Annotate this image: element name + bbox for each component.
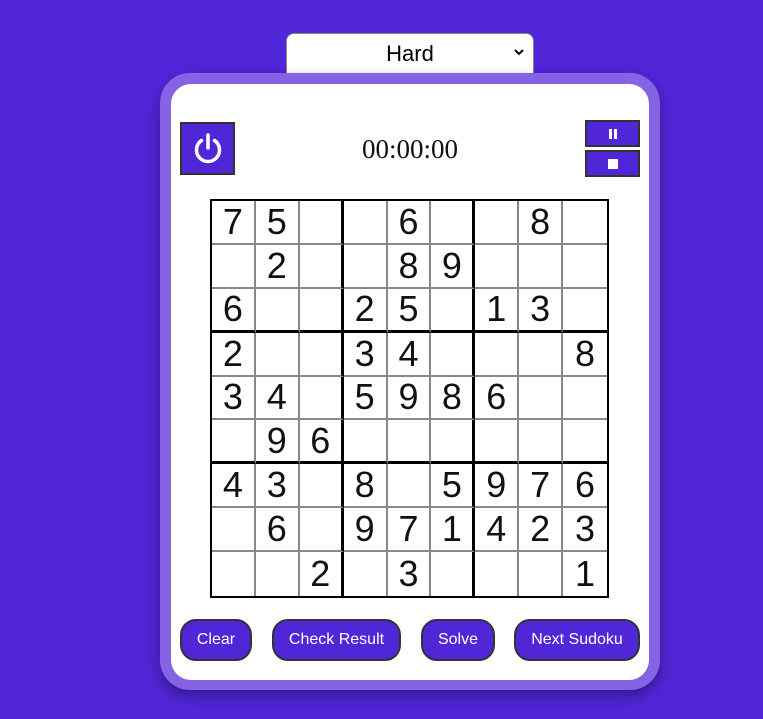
sudoku-cell[interactable] — [343, 201, 388, 245]
sudoku-cell[interactable] — [343, 420, 388, 465]
next-sudoku-button[interactable]: Next Sudoku — [514, 619, 640, 661]
sudoku-cell[interactable] — [255, 332, 300, 377]
difficulty-select[interactable]: Hard — [286, 33, 534, 73]
sudoku-cell[interactable] — [255, 288, 300, 333]
sudoku-cell[interactable] — [212, 552, 256, 596]
sudoku-cell[interactable]: 8 — [431, 376, 476, 421]
timer-display: 00:00:00 — [361, 134, 458, 164]
sudoku-cell[interactable]: 2 — [300, 552, 344, 596]
sudoku-cell[interactable] — [475, 201, 520, 245]
sudoku-cell[interactable] — [431, 552, 476, 596]
sudoku-cell[interactable]: 8 — [563, 333, 607, 377]
sudoku-cell[interactable] — [563, 420, 607, 465]
sudoku-cell[interactable] — [519, 420, 564, 465]
sudoku-cell[interactable]: 3 — [563, 508, 607, 553]
sudoku-cell[interactable] — [387, 464, 432, 509]
sudoku-cell[interactable] — [212, 508, 256, 553]
sudoku-cell[interactable] — [519, 376, 564, 421]
sudoku-cell[interactable]: 5 — [431, 464, 476, 509]
sudoku-cell[interactable]: 4 — [387, 332, 432, 377]
sudoku-cell[interactable]: 6 — [563, 464, 607, 509]
sudoku-cell[interactable] — [212, 420, 256, 465]
sudoku-cell[interactable]: 5 — [255, 201, 300, 245]
sudoku-cell[interactable] — [431, 288, 476, 333]
stop-icon — [607, 158, 618, 169]
sudoku-cell[interactable]: 6 — [387, 201, 432, 245]
sudoku-cell[interactable]: 6 — [255, 508, 300, 553]
sudoku-cell[interactable]: 1 — [475, 288, 520, 333]
sudoku-cell[interactable]: 7 — [212, 201, 256, 245]
sudoku-cell[interactable] — [475, 552, 520, 596]
sudoku-cell[interactable]: 8 — [519, 201, 564, 245]
sudoku-cell[interactable]: 5 — [343, 376, 388, 421]
sudoku-cell[interactable] — [343, 244, 388, 289]
sudoku-cell[interactable] — [563, 377, 607, 421]
stop-button[interactable] — [585, 150, 640, 177]
sudoku-cell[interactable]: 1 — [431, 508, 476, 553]
sudoku-cell[interactable]: 2 — [255, 244, 300, 289]
power-button[interactable] — [180, 122, 235, 175]
sudoku-cell[interactable] — [563, 201, 607, 245]
sudoku-cell[interactable] — [475, 244, 520, 289]
sudoku-cell[interactable]: 2 — [212, 332, 256, 377]
sudoku-cell[interactable] — [563, 245, 607, 289]
power-icon — [194, 132, 221, 163]
sudoku-cell[interactable]: 9 — [475, 464, 520, 509]
check-result-button[interactable]: Check Result — [272, 619, 401, 661]
sudoku-cell[interactable]: 5 — [387, 288, 432, 333]
sudoku-cell[interactable] — [387, 420, 432, 465]
sudoku-cell[interactable] — [299, 376, 344, 421]
sudoku-cell[interactable]: 8 — [343, 464, 388, 509]
sudoku-cell[interactable] — [299, 288, 344, 333]
sudoku-cell[interactable] — [519, 332, 564, 377]
sudoku-cell[interactable]: 1 — [563, 552, 607, 596]
sudoku-cell[interactable]: 4 — [255, 376, 300, 421]
sudoku-cell[interactable]: 9 — [431, 244, 476, 289]
sudoku-cell[interactable]: 9 — [255, 420, 300, 465]
sudoku-cell[interactable] — [519, 552, 564, 596]
sudoku-cell[interactable] — [299, 508, 344, 553]
sudoku-cell[interactable] — [563, 289, 607, 333]
chevron-down-icon — [514, 49, 524, 56]
solve-button[interactable]: Solve — [421, 619, 495, 661]
sudoku-cell[interactable] — [431, 332, 476, 377]
sudoku-cell[interactable] — [212, 244, 256, 289]
sudoku-cell[interactable]: 6 — [212, 288, 256, 333]
sudoku-cell[interactable]: 6 — [475, 376, 520, 421]
sudoku-cell[interactable]: 4 — [475, 508, 520, 553]
sudoku-cell[interactable]: 7 — [519, 464, 564, 509]
sudoku-cell[interactable] — [256, 552, 300, 596]
sudoku-cell[interactable] — [299, 332, 344, 377]
sudoku-cell[interactable]: 9 — [387, 376, 432, 421]
sudoku-cell[interactable]: 3 — [388, 552, 432, 596]
sudoku-cell[interactable]: 3 — [519, 288, 564, 333]
sudoku-cell[interactable] — [475, 332, 520, 377]
sudoku-cell[interactable]: 3 — [212, 376, 256, 421]
sudoku-cell[interactable] — [431, 201, 476, 245]
sudoku-cell[interactable]: 8 — [387, 244, 432, 289]
sudoku-grid: 7568289625132348345986964385976697142323… — [210, 199, 609, 598]
sudoku-cell[interactable]: 4 — [212, 464, 256, 509]
sudoku-cell[interactable]: 2 — [519, 508, 564, 553]
sudoku-cell[interactable] — [475, 420, 520, 465]
sudoku-cell[interactable]: 3 — [255, 464, 300, 509]
sudoku-cell[interactable] — [299, 201, 344, 245]
difficulty-select-value: Hard — [386, 40, 434, 66]
sudoku-cell[interactable] — [299, 244, 344, 289]
sudoku-cell[interactable]: 9 — [343, 508, 388, 553]
sudoku-cell[interactable]: 3 — [343, 332, 388, 377]
sudoku-cell[interactable] — [519, 244, 564, 289]
sudoku-cell[interactable] — [431, 420, 476, 465]
pause-button[interactable] — [585, 120, 640, 147]
sudoku-cell[interactable] — [299, 464, 344, 509]
pause-icon — [608, 128, 617, 139]
clear-button[interactable]: Clear — [180, 619, 252, 661]
sudoku-cell[interactable] — [344, 552, 388, 596]
sudoku-cell[interactable]: 7 — [387, 508, 432, 553]
sudoku-cell[interactable]: 2 — [343, 288, 388, 333]
sudoku-cell[interactable]: 6 — [299, 420, 344, 465]
